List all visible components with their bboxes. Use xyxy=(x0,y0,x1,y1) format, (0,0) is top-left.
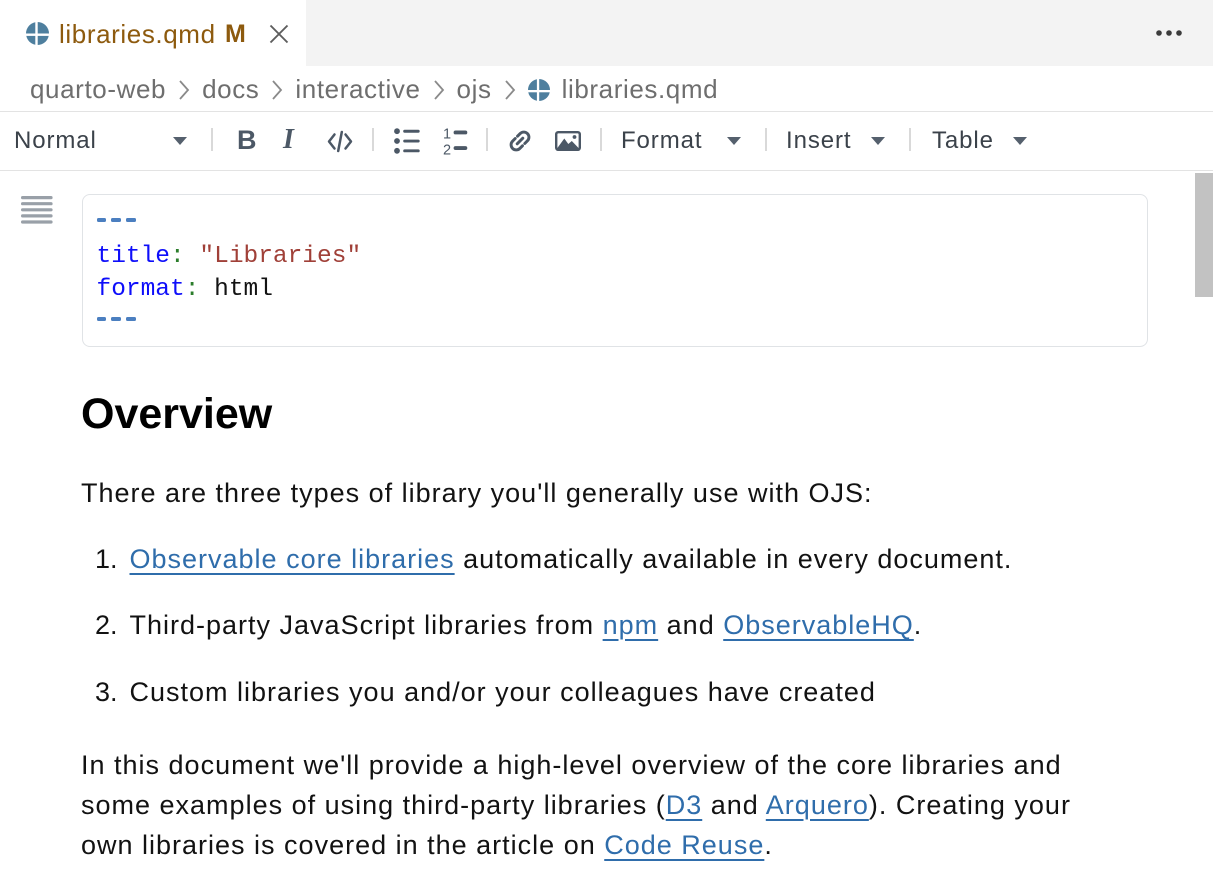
svg-text:2: 2 xyxy=(443,143,451,157)
svg-text:1: 1 xyxy=(443,127,451,143)
